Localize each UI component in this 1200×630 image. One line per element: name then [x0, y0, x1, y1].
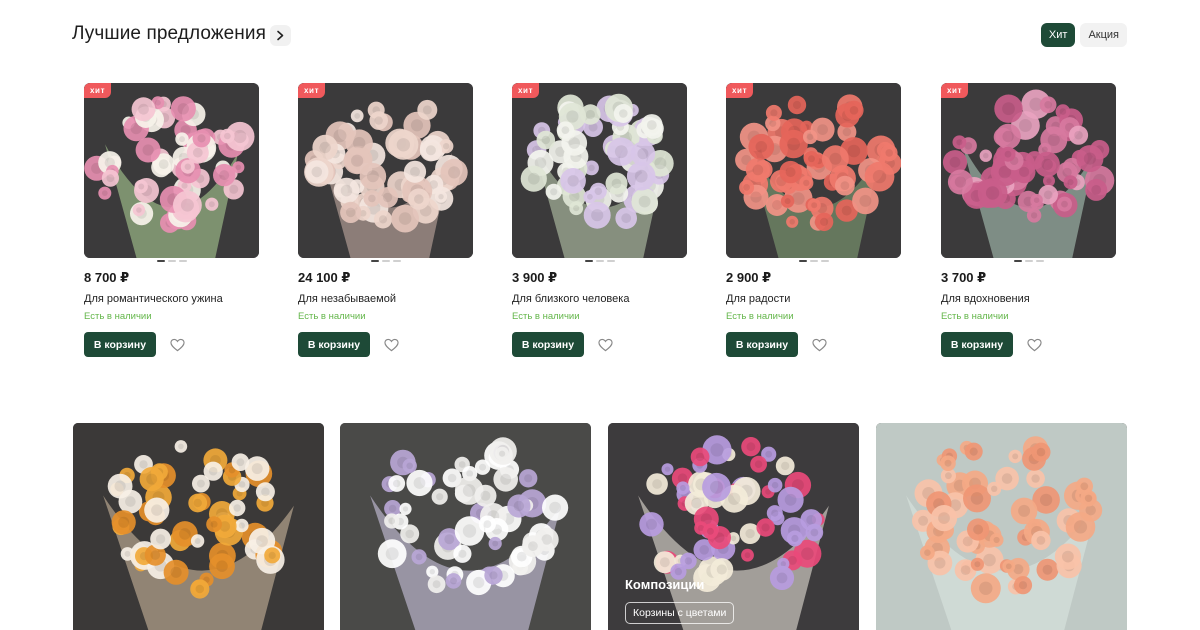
- category-title: Композиции: [625, 577, 705, 592]
- product-photo-image: [726, 83, 901, 258]
- stock-status: Есть в наличии: [512, 311, 580, 322]
- heart-icon[interactable]: [812, 338, 827, 352]
- photo-pagination: [512, 260, 687, 264]
- heart-icon[interactable]: [598, 338, 613, 352]
- hit-badge: хит: [726, 83, 754, 98]
- category-card[interactable]: [340, 423, 591, 630]
- category-image: [73, 423, 324, 630]
- heart-icon[interactable]: [1027, 338, 1042, 352]
- photo-pagination: [298, 260, 473, 264]
- category-image: [608, 423, 859, 630]
- heart-icon[interactable]: [170, 338, 185, 352]
- stock-status: Есть в наличии: [941, 311, 1009, 322]
- product-card: хит 3 700 ₽ Для вдохновения Есть в налич…: [941, 83, 1116, 357]
- chevron-right-icon: [277, 30, 284, 41]
- category-image: [876, 423, 1127, 630]
- hit-badge: хит: [512, 83, 540, 98]
- category-card[interactable]: [876, 423, 1127, 630]
- hit-badge: хит: [941, 83, 969, 98]
- product-photo-image: [84, 83, 259, 258]
- photo-pagination: [726, 260, 901, 264]
- filter-hit[interactable]: Хит: [1040, 23, 1076, 47]
- category-image: [340, 423, 591, 630]
- product-price: 8 700 ₽: [84, 270, 130, 285]
- product-name[interactable]: Для радости: [726, 293, 901, 305]
- product-card: хит 3 900 ₽ Для близкого человека Есть в…: [512, 83, 687, 357]
- filter-group: Хит Акция: [1040, 23, 1127, 47]
- add-to-cart-button[interactable]: В корзину: [84, 332, 156, 357]
- product-photo[interactable]: хит: [84, 83, 259, 258]
- product-photo-image: [512, 83, 687, 258]
- hit-badge: хит: [84, 83, 112, 98]
- product-price: 2 900 ₽: [726, 270, 772, 285]
- category-chip[interactable]: Корзины с цветами: [625, 602, 735, 624]
- product-name[interactable]: Для романтического ужина: [84, 293, 259, 305]
- product-price: 3 700 ₽: [941, 270, 987, 285]
- product-price: 3 900 ₽: [512, 270, 558, 285]
- product-photo[interactable]: хит: [512, 83, 687, 258]
- product-card: хит 2 900 ₽ Для радости Есть в наличии В…: [726, 83, 901, 357]
- stock-status: Есть в наличии: [298, 311, 366, 322]
- product-card: хит 24 100 ₽ Для незабываемой Есть в нал…: [298, 83, 473, 357]
- product-photo[interactable]: хит: [726, 83, 901, 258]
- stock-status: Есть в наличии: [84, 311, 152, 322]
- add-to-cart-button[interactable]: В корзину: [298, 332, 370, 357]
- section-arrow-button[interactable]: [270, 25, 291, 46]
- add-to-cart-button[interactable]: В корзину: [941, 332, 1013, 357]
- stock-status: Есть в наличии: [726, 311, 794, 322]
- hit-badge: хит: [298, 83, 326, 98]
- product-photo[interactable]: хит: [941, 83, 1116, 258]
- product-card: хит 8 700 ₽ Для романтического ужина Ест…: [84, 83, 259, 357]
- section-title: Лучшие предложения: [72, 23, 266, 44]
- product-photo-image: [941, 83, 1116, 258]
- product-name[interactable]: Для незабываемой: [298, 293, 473, 305]
- product-name[interactable]: Для близкого человека: [512, 293, 687, 305]
- add-to-cart-button[interactable]: В корзину: [726, 332, 798, 357]
- product-price: 24 100 ₽: [298, 270, 351, 285]
- filter-sale[interactable]: Акция: [1080, 23, 1127, 47]
- product-photo[interactable]: хит: [298, 83, 473, 258]
- photo-pagination: [941, 260, 1116, 264]
- product-photo-image: [298, 83, 473, 258]
- heart-icon[interactable]: [384, 338, 399, 352]
- category-card-compositions[interactable]: Композиции Корзины с цветами: [608, 423, 859, 630]
- category-card[interactable]: [73, 423, 324, 630]
- product-name[interactable]: Для вдохновения: [941, 293, 1116, 305]
- add-to-cart-button[interactable]: В корзину: [512, 332, 584, 357]
- photo-pagination: [84, 260, 259, 264]
